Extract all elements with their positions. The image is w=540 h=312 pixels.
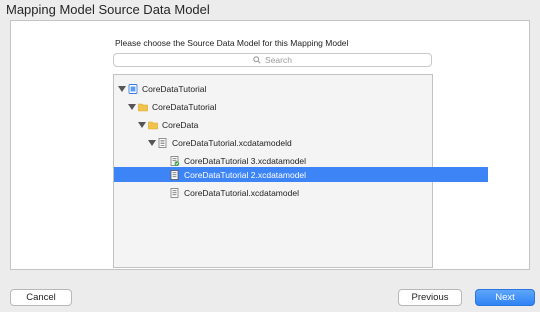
tree-row-group[interactable]: CoreDataTutorial — [114, 99, 446, 114]
disclosure-triangle-icon[interactable] — [128, 103, 136, 111]
previous-button[interactable]: Previous — [398, 289, 462, 306]
model-file-icon — [170, 169, 179, 180]
folder-icon — [138, 103, 148, 111]
instruction-text: Please choose the Source Data Model for … — [115, 38, 349, 48]
folder-icon — [148, 121, 158, 129]
tree-row-label: CoreDataTutorial.xcdatamodeld — [172, 137, 292, 148]
disclosure-triangle-icon[interactable] — [148, 139, 156, 147]
tree-row-model-file[interactable]: CoreDataTutorial.xcdatamodel — [114, 185, 488, 200]
model-file-icon — [170, 187, 179, 198]
tree-row-label: CoreDataTutorial — [142, 83, 207, 94]
search-icon — [253, 56, 261, 64]
search-placeholder: Search — [265, 55, 292, 65]
window-title: Mapping Model Source Data Model — [6, 2, 210, 17]
disclosure-triangle-icon[interactable] — [118, 85, 126, 93]
tree-row-model-bundle[interactable]: CoreDataTutorial.xcdatamodeld — [114, 135, 466, 150]
current-model-file-icon — [170, 155, 180, 166]
tree-row-label: CoreDataTutorial 2.xcdatamodel — [184, 169, 307, 180]
tree-row-model-file-selected[interactable]: CoreDataTutorial 2.xcdatamodel — [114, 167, 488, 182]
tree-row-model-file[interactable]: CoreDataTutorial 3.xcdatamodel — [114, 153, 488, 168]
project-icon — [128, 83, 138, 94]
tree-row-label: CoreData — [162, 119, 199, 130]
next-button[interactable]: Next — [475, 289, 535, 306]
tree-row-label: CoreDataTutorial 3.xcdatamodel — [184, 155, 307, 166]
tree-row-group[interactable]: CoreData — [114, 117, 456, 132]
model-tree[interactable]: CoreDataTutorial CoreDataTutorial CoreDa… — [113, 74, 488, 268]
tree-row-label: CoreDataTutorial.xcdatamodel — [184, 187, 299, 198]
search-field[interactable]: Search — [113, 53, 432, 67]
cancel-button[interactable]: Cancel — [10, 289, 72, 306]
disclosure-triangle-icon[interactable] — [138, 121, 146, 129]
tree-row-label: CoreDataTutorial — [152, 101, 217, 112]
data-model-bundle-icon — [158, 137, 167, 148]
tree-row-project[interactable]: CoreDataTutorial — [114, 81, 436, 96]
